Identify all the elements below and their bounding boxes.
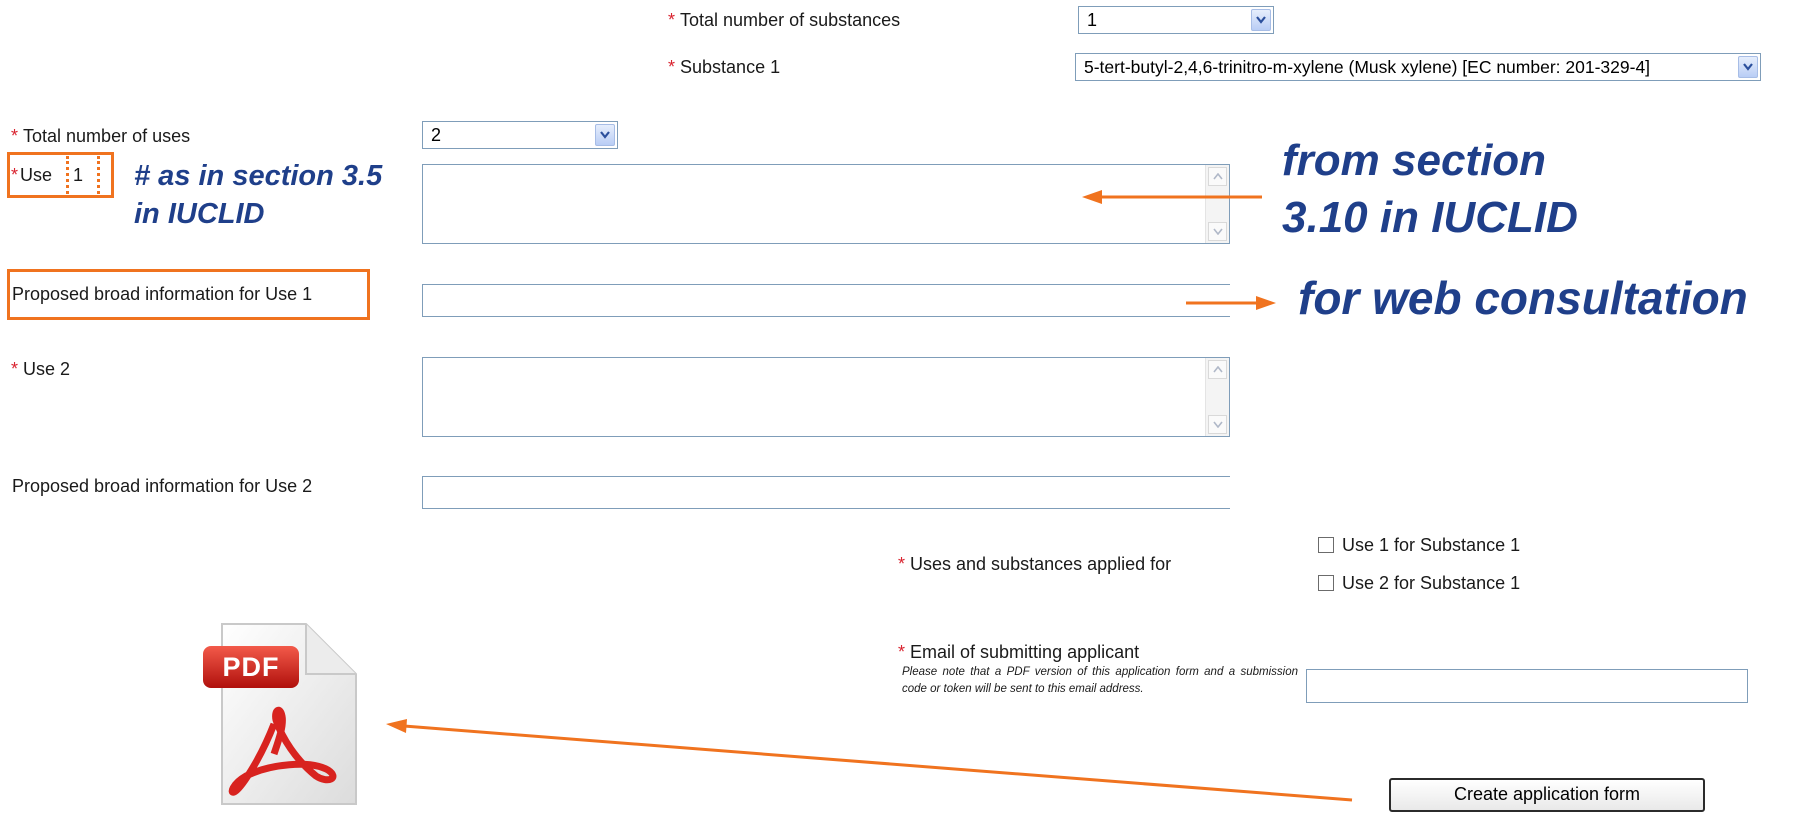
arrow-to-web-consultation	[1186, 296, 1276, 310]
annotation-arrows	[386, 190, 1353, 802]
arrow-to-use1-textarea	[1082, 190, 1262, 204]
arrow-to-pdf-icon	[386, 719, 1353, 802]
